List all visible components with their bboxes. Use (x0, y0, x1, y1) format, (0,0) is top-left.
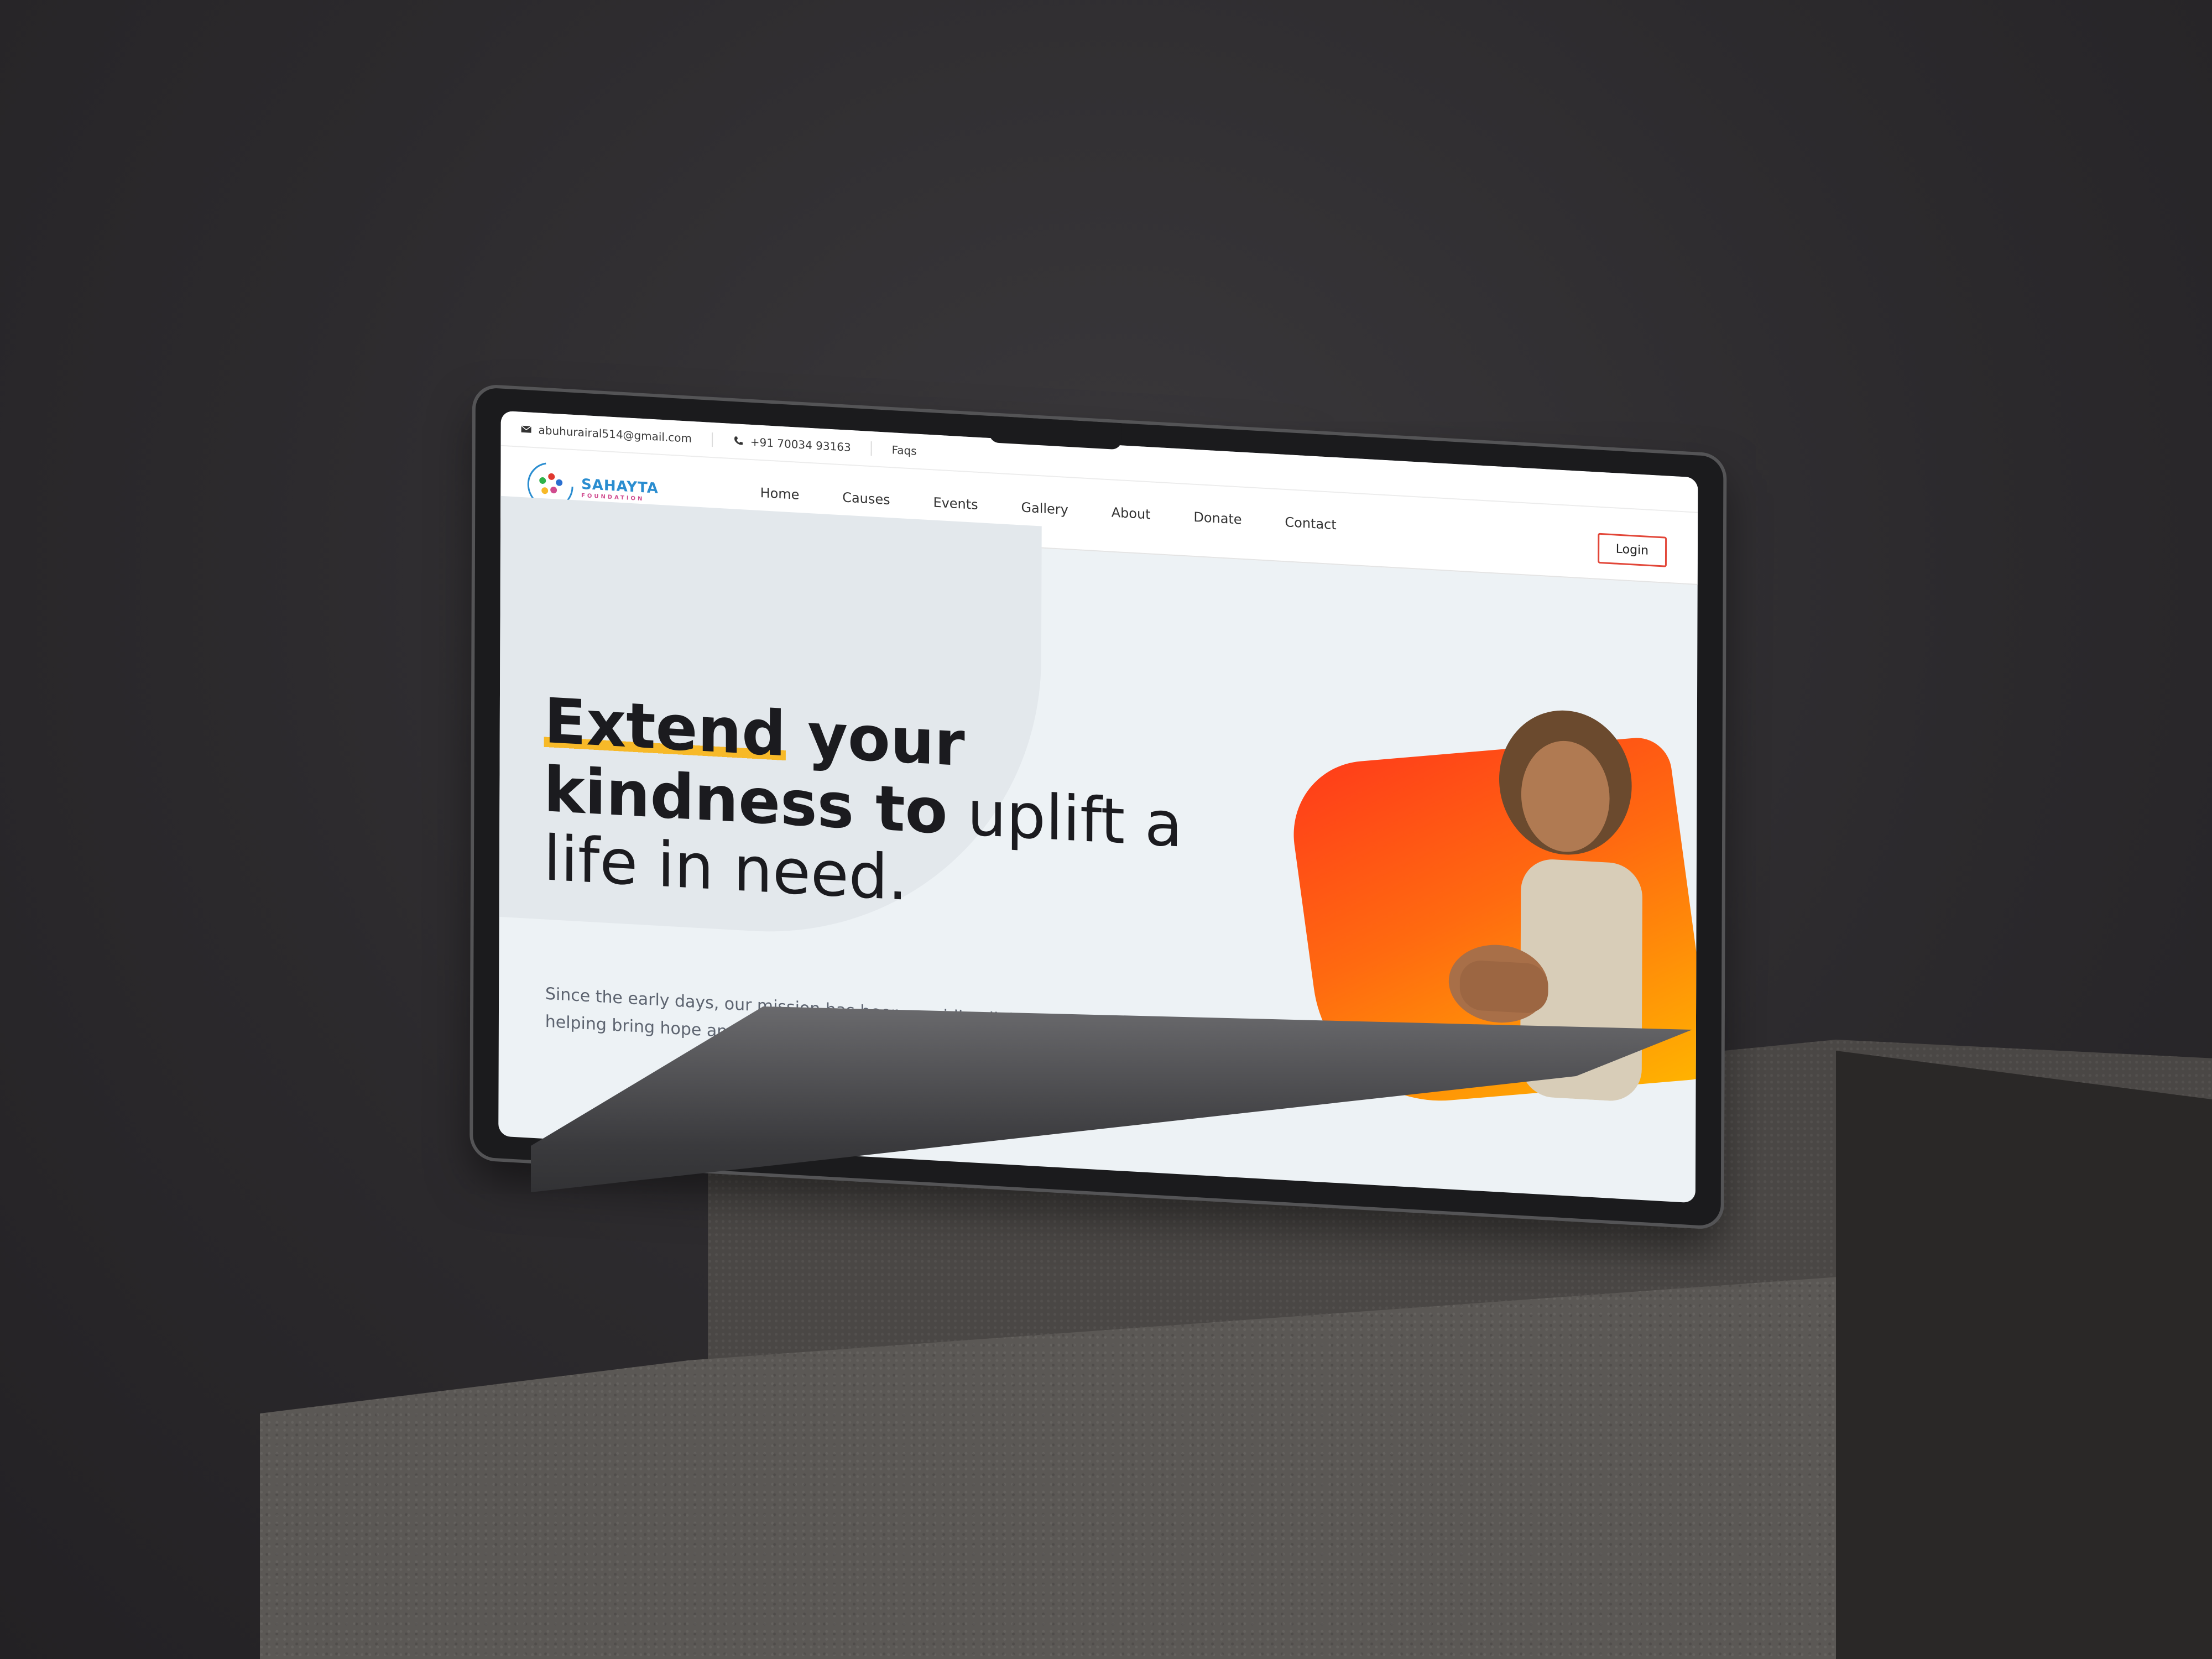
faqs-link[interactable]: Faqs (892, 443, 917, 458)
hero-title-part: uplift a (947, 776, 1183, 862)
pedestal-shadow (1836, 1051, 2212, 1659)
nav-contact[interactable]: Contact (1285, 514, 1336, 533)
phone-icon (734, 436, 743, 445)
nav-home[interactable]: Home (760, 485, 800, 503)
phone-text: +91 70034 93163 (750, 435, 851, 455)
nav-about[interactable]: About (1112, 505, 1151, 523)
phone-contact[interactable]: +91 70034 93163 (733, 434, 851, 454)
hero-title: Extend your kindness to uplift a life in… (544, 685, 1262, 933)
nav-causes[interactable]: Causes (842, 489, 890, 508)
email-contact[interactable]: abuhurairal514@gmail.com (521, 422, 692, 445)
nav-donate[interactable]: Donate (1193, 509, 1241, 528)
envelope-icon (521, 425, 532, 433)
divider (711, 432, 713, 447)
nav-gallery[interactable]: Gallery (1021, 499, 1068, 518)
divider (870, 441, 872, 456)
login-button[interactable]: Login (1597, 533, 1667, 567)
nav-events[interactable]: Events (933, 494, 978, 513)
email-text: abuhurairal514@gmail.com (538, 423, 692, 445)
